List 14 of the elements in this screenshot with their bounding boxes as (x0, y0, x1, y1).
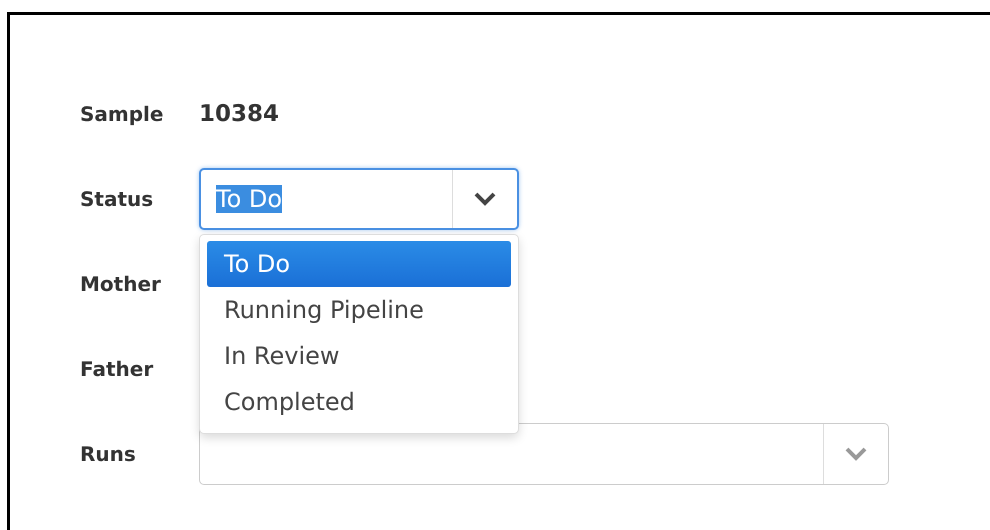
selected-value: To Do (216, 184, 282, 212)
dropdown-option[interactable]: Running Pipeline (207, 286, 511, 332)
field-label: Runs (80, 442, 136, 466)
runs-select[interactable] (199, 422, 889, 484)
field-label: Father (80, 356, 154, 380)
field-label: Sample (80, 102, 164, 126)
chevron-down-icon (474, 192, 496, 206)
dropdown-option[interactable]: In Review (207, 332, 511, 378)
chevron-down-icon (845, 446, 867, 460)
dropdown-option[interactable]: To Do (207, 240, 511, 286)
dropdown-option[interactable]: Completed (207, 378, 511, 424)
field-label: Mother (80, 272, 161, 296)
sample-value: 10384 (199, 100, 280, 126)
field-label: Status (80, 186, 154, 210)
